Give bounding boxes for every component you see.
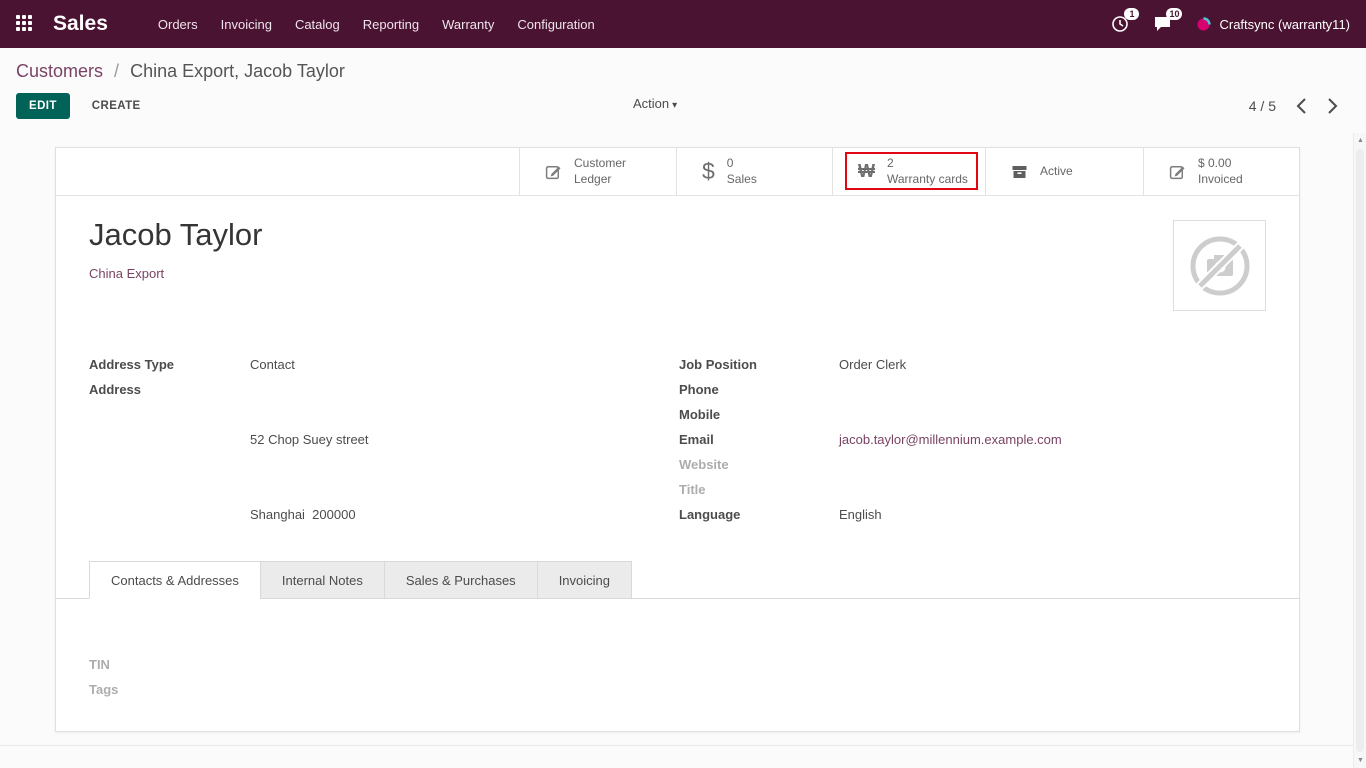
field-label-email: Email: [679, 427, 839, 452]
app-name[interactable]: Sales: [53, 12, 108, 36]
pencil-square-icon: [1169, 163, 1186, 180]
edit-button[interactable]: EDIT: [16, 93, 70, 119]
company-logo: [1196, 17, 1211, 32]
field-value-job-position: Order Clerk: [839, 352, 906, 377]
menu-warranty[interactable]: Warranty: [440, 13, 496, 36]
invoiced-stat-button[interactable]: $ 0.00 Invoiced: [1143, 148, 1299, 195]
vertical-scrollbar[interactable]: ▲ ▼: [1353, 133, 1366, 768]
stat-value: $ 0.00: [1198, 156, 1243, 172]
address-street: 52 Chop Suey street: [250, 427, 369, 452]
breadcrumb-customers[interactable]: Customers: [16, 61, 103, 81]
notebook-tabs: Contacts & Addresses Internal Notes Sale…: [56, 561, 1299, 599]
form-sheet: Customer Ledger $ 0 Sales ₩ 2 Warranty c…: [55, 147, 1300, 732]
parent-company-link[interactable]: China Export: [89, 266, 262, 281]
systray: 1 10 Craftsync (warranty11): [1111, 15, 1350, 33]
user-name: Craftsync (warranty11): [1219, 17, 1350, 32]
record-header: Jacob Taylor China Export: [89, 216, 262, 281]
menu-configuration[interactable]: Configuration: [515, 13, 596, 36]
scrollbar-thumb[interactable]: [1356, 149, 1364, 752]
record-title: Jacob Taylor: [89, 216, 262, 253]
pager: 4 / 5: [1249, 97, 1338, 115]
activities-icon[interactable]: 1: [1111, 15, 1129, 33]
action-label: Action: [633, 96, 669, 111]
pager-previous-button[interactable]: [1296, 97, 1307, 115]
field-label-phone: Phone: [679, 377, 839, 402]
menu-orders[interactable]: Orders: [156, 13, 200, 36]
customer-ledger-stat-button[interactable]: Customer Ledger: [519, 148, 676, 195]
stat-value: 2: [887, 156, 968, 172]
field-value-address: 52 Chop Suey street Shanghai 200000 Chin…: [250, 377, 369, 652]
archive-box-icon: [1011, 164, 1028, 180]
control-panel: EDIT CREATE Action▾ 4 / 5: [16, 92, 1338, 120]
breadcrumb-current: China Export, Jacob Taylor: [130, 61, 345, 81]
pencil-square-icon: [545, 163, 562, 180]
stat-label: Sales: [727, 172, 757, 188]
warranty-cards-stat-button[interactable]: ₩ 2 Warranty cards: [832, 148, 985, 195]
customer-image-placeholder: [1173, 220, 1266, 311]
stat-button-row: Customer Ledger $ 0 Sales ₩ 2 Warranty c…: [56, 148, 1299, 196]
field-group: Address Type Contact Address 52 Chop Sue…: [89, 352, 1266, 702]
field-column-right: Job Position Order Clerk Phone Mobile Em…: [679, 352, 1266, 702]
top-navbar: Sales Orders Invoicing Catalog Reporting…: [0, 0, 1366, 48]
won-sign-icon: ₩: [858, 161, 875, 182]
field-label-tin: TIN: [89, 652, 250, 677]
field-value-address-type: Contact: [250, 352, 295, 377]
chevron-left-icon: [1296, 97, 1307, 115]
menu-catalog[interactable]: Catalog: [293, 13, 342, 36]
field-value-email-link[interactable]: jacob.taylor@millennium.example.com: [839, 427, 1062, 452]
stat-label: Warranty cards: [887, 172, 968, 188]
activity-badge: 1: [1124, 8, 1139, 20]
stat-line: Customer: [574, 156, 626, 172]
apps-grid-icon[interactable]: [16, 15, 34, 33]
stat-label: Invoiced: [1198, 172, 1243, 188]
active-stat-button[interactable]: Active: [985, 148, 1143, 195]
field-label-mobile: Mobile: [679, 402, 839, 427]
field-label-job-position: Job Position: [679, 352, 839, 377]
tab-invoicing[interactable]: Invoicing: [537, 561, 632, 599]
tab-contacts-addresses[interactable]: Contacts & Addresses: [89, 561, 261, 599]
user-menu[interactable]: Craftsync (warranty11): [1196, 17, 1350, 32]
field-column-left: Address Type Contact Address 52 Chop Sue…: [89, 352, 679, 702]
breadcrumb-separator: /: [114, 61, 119, 81]
messages-icon[interactable]: 10: [1153, 15, 1172, 33]
content-bottom-divider: [0, 745, 1353, 746]
dollar-icon: $: [702, 158, 715, 185]
field-label-tags: Tags: [89, 677, 250, 702]
caret-down-icon: ▾: [672, 100, 677, 111]
field-label-address: Address: [89, 377, 250, 652]
stat-value: 0: [727, 156, 757, 172]
field-value-language: English: [839, 502, 882, 527]
tab-sales-purchases[interactable]: Sales & Purchases: [384, 561, 538, 599]
field-label-website: Website: [679, 452, 839, 477]
scroll-up-arrow[interactable]: ▲: [1354, 137, 1366, 144]
menu-reporting[interactable]: Reporting: [361, 13, 421, 36]
sales-stat-button[interactable]: $ 0 Sales: [676, 148, 832, 195]
breadcrumb: Customers / China Export, Jacob Taylor: [16, 61, 345, 82]
messages-badge: 10: [1166, 8, 1182, 20]
menu-invoicing[interactable]: Invoicing: [219, 13, 274, 36]
top-menu: Orders Invoicing Catalog Reporting Warra…: [156, 13, 597, 36]
scroll-down-arrow[interactable]: ▼: [1354, 757, 1366, 764]
tab-internal-notes[interactable]: Internal Notes: [260, 561, 385, 599]
field-label-address-type: Address Type: [89, 352, 250, 377]
field-label-title: Title: [679, 477, 839, 502]
pager-value[interactable]: 4 / 5: [1249, 98, 1276, 114]
chevron-right-icon: [1327, 97, 1338, 115]
action-dropdown[interactable]: Action▾: [633, 96, 677, 111]
camera-off-icon: [1184, 230, 1256, 302]
create-button[interactable]: CREATE: [86, 99, 147, 113]
field-label-language: Language: [679, 502, 839, 527]
pager-next-button[interactable]: [1327, 97, 1338, 115]
stat-label: Active: [1040, 164, 1073, 180]
address-city-zip: Shanghai 200000: [250, 502, 369, 527]
stat-line: Ledger: [574, 172, 626, 188]
